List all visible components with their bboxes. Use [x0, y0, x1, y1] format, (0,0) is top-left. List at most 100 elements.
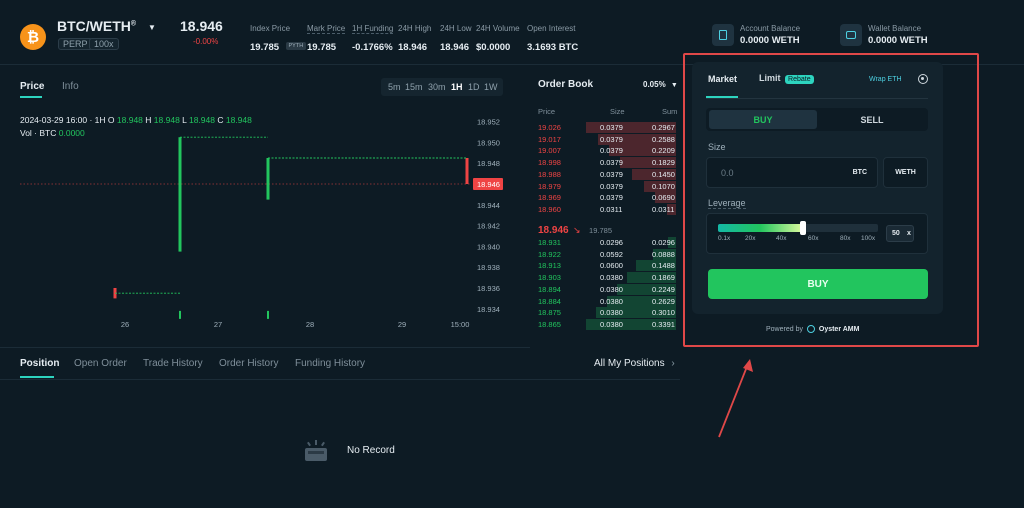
precision-value: 0.05%	[643, 80, 666, 89]
tab-open-order[interactable]: Open Order	[74, 358, 127, 369]
ask-row[interactable]: 19.026 0.0379 0.2967	[536, 122, 676, 134]
perp-tag: PERP	[58, 38, 93, 50]
ask-price: 19.017	[538, 134, 561, 144]
ask-row[interactable]: 18.988 0.0379 0.1450	[536, 168, 676, 181]
ask-size: 0.0379	[600, 123, 623, 132]
y-tick-label: 18.934	[477, 305, 500, 314]
tab-info[interactable]: Info	[62, 81, 79, 92]
bid-row[interactable]: 18.894 0.0380 0.2249	[536, 283, 676, 296]
bid-sum: 0.3391	[652, 319, 675, 329]
volume-bar	[267, 310, 269, 319]
y-tick-label: 18.936	[477, 284, 500, 293]
volume-value: $0.0000	[476, 42, 511, 53]
bid-price: 18.865	[538, 319, 561, 329]
bid-row[interactable]: 18.875 0.0380 0.3010	[536, 307, 676, 319]
interval-1w[interactable]: 1W	[484, 82, 498, 92]
all-positions-label: All My Positions	[594, 358, 665, 369]
ask-row[interactable]: 19.017 0.0379 0.2588	[536, 133, 676, 146]
open-interest-value: 3.1693 BTC	[527, 42, 579, 53]
ask-price: 19.026	[538, 123, 561, 132]
ask-row[interactable]: 18.969 0.0379 0.0690	[536, 192, 676, 204]
price-chart[interactable]: 18.952 18.950 18.948 18.946 18.944 18.942 18.9…	[0, 110, 530, 335]
y-tick-label: 18.950	[477, 138, 500, 147]
mid-mark-price: 19.785	[589, 226, 612, 235]
bid-sum: 0.2629	[652, 296, 675, 306]
candle[interactable]	[266, 158, 270, 200]
bid-row[interactable]: 18.884 0.0380 0.2629	[536, 295, 676, 308]
empty-state-text: No Record	[347, 445, 395, 456]
ask-row[interactable]: 18.979 0.0379 0.1070	[536, 180, 676, 193]
chevron-down-icon[interactable]: ▼	[148, 23, 156, 32]
bid-sum: 0.3010	[652, 308, 675, 318]
wallet-balance-value: 0.0000 WETH	[868, 35, 928, 46]
candle[interactable]	[178, 137, 182, 252]
account-balance-value: 0.0000 WETH	[740, 35, 800, 46]
wallet-balance-label: Wallet Balance	[868, 24, 922, 33]
bid-sum: 0.0888	[652, 249, 675, 259]
interval-1d[interactable]: 1D	[468, 82, 480, 92]
ask-row[interactable]: 18.998 0.0379 0.1829	[536, 157, 676, 169]
low-label: 24H Low	[440, 24, 472, 33]
pair-selector[interactable]: BTC/WETH® ▼	[57, 18, 156, 34]
interval-15m[interactable]: 15m	[405, 82, 423, 92]
ask-sum: 0.0690	[652, 193, 675, 203]
candle[interactable]	[465, 158, 469, 184]
ask-sum: 0.1829	[652, 158, 675, 168]
chevron-down-icon: ▼	[670, 82, 678, 89]
precision-select[interactable]: 0.05% ▼	[643, 80, 678, 89]
volume-label: 24H Volume	[476, 24, 520, 33]
bid-sum: 0.2249	[652, 284, 675, 294]
ask-size: 0.0379	[600, 146, 623, 156]
y-tick-label: 18.952	[477, 118, 500, 127]
bid-row[interactable]: 18.903 0.0380 0.1869	[536, 272, 676, 284]
funding-label: 1H Funding	[352, 24, 394, 34]
tab-position[interactable]: Position	[20, 358, 59, 369]
ask-sum: 0.0311	[652, 204, 675, 214]
bid-sum: 0.1488	[652, 261, 675, 271]
mid-price: 18.946	[538, 225, 569, 236]
ob-col-size: Size	[610, 107, 625, 116]
ask-size: 0.0379	[600, 181, 623, 191]
index-price-label: Index Price	[250, 24, 291, 33]
x-tick-label: 26	[121, 320, 129, 329]
y-tick-label: 18.938	[477, 263, 500, 272]
tab-funding-history[interactable]: Funding History	[295, 358, 365, 369]
bid-row[interactable]: 18.913 0.0600 0.1488	[536, 260, 676, 272]
interval-1h[interactable]: 1H	[451, 82, 463, 92]
tab-order-history[interactable]: Order History	[219, 358, 278, 369]
ob-col-sum: Sum	[662, 107, 678, 116]
bid-row[interactable]: 18.865 0.0380 0.3391	[536, 318, 676, 331]
high-value: 18.946	[398, 42, 428, 53]
ask-row[interactable]: 18.960 0.0311 0.0311	[536, 203, 676, 216]
last-price: 18.946	[180, 18, 223, 34]
interval-30m[interactable]: 30m	[428, 82, 446, 92]
ask-sum: 0.1070	[652, 181, 675, 191]
interval-5m[interactable]: 5m	[388, 82, 401, 92]
bid-size: 0.0296	[600, 238, 623, 247]
bid-row[interactable]: 18.931 0.0296 0.0296	[536, 237, 676, 249]
bid-row[interactable]: 18.922 0.0592 0.0888	[536, 248, 676, 261]
pair-base: BTC	[57, 18, 86, 34]
bid-price: 18.903	[538, 273, 561, 283]
ask-size: 0.0379	[600, 169, 623, 179]
annotation-arrow	[718, 359, 753, 438]
positions-header-line	[0, 379, 680, 380]
bid-sum: 0.0296	[652, 238, 675, 247]
x-tick-label: 29	[398, 320, 406, 329]
empty-box-icon	[303, 440, 329, 462]
tab-price-underline	[20, 96, 42, 98]
pair-mark: ®	[130, 20, 137, 28]
tab-price[interactable]: Price	[20, 81, 44, 92]
all-positions-link[interactable]: All My Positions ›	[594, 358, 675, 369]
positions-divider	[0, 347, 530, 348]
bid-size: 0.0380	[600, 273, 623, 283]
bid-size: 0.0380	[600, 284, 623, 294]
x-tick-label: 15:00	[451, 320, 470, 329]
ask-row[interactable]: 19.007 0.0379 0.2209	[536, 145, 676, 157]
account-icon	[712, 24, 734, 46]
highlight-box	[683, 53, 979, 347]
tab-trade-history[interactable]: Trade History	[143, 358, 203, 369]
current-price-tag-label: 18.946	[477, 180, 500, 189]
y-tick-label: 18.940	[477, 242, 500, 251]
bid-sum: 0.1869	[652, 273, 675, 283]
